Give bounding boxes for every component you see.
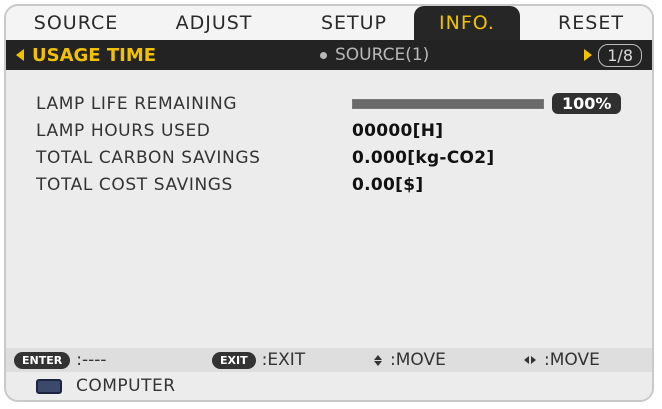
enter-hint: ENTER :---- bbox=[14, 350, 106, 370]
input-source: COMPUTER bbox=[76, 376, 176, 396]
status-bar: COMPUTER bbox=[6, 372, 652, 400]
move-updown-hint: :MOVE bbox=[374, 350, 446, 370]
cost-savings-label: TOTAL COST SAVINGS bbox=[36, 174, 233, 195]
lamp-life-label: LAMP LIFE REMAINING bbox=[36, 93, 238, 114]
lamp-life-meter: 100% bbox=[352, 93, 622, 114]
monitor-icon bbox=[36, 378, 62, 394]
carbon-savings-label: TOTAL CARBON SAVINGS bbox=[36, 147, 261, 168]
move-leftright-hint: :MOVE bbox=[524, 350, 600, 370]
up-down-arrows-icon bbox=[374, 354, 382, 366]
tab-adjust[interactable]: ADJUST bbox=[152, 6, 276, 40]
exit-hint: EXIT :EXIT bbox=[212, 350, 305, 370]
exit-action: :EXIT bbox=[261, 350, 306, 370]
page-count: 1/8 bbox=[598, 43, 642, 67]
tab-setup[interactable]: SETUP bbox=[292, 6, 416, 40]
right-arrow-icon bbox=[584, 49, 593, 61]
bullet-icon bbox=[320, 51, 327, 59]
cost-savings-value: 0.00[$] bbox=[352, 174, 424, 195]
sub-header: USAGE TIME SOURCE(1) 1/8 bbox=[6, 40, 652, 70]
lamp-life-value: 100% bbox=[552, 93, 622, 114]
move-leftright-action: :MOVE bbox=[544, 350, 600, 370]
carbon-savings-value: 0.000[kg-CO2] bbox=[352, 147, 495, 168]
info-row: TOTAL CARBON SAVINGS 0.000[kg-CO2] bbox=[36, 144, 636, 171]
enter-action: :---- bbox=[76, 350, 107, 370]
lamp-hours-label: LAMP HOURS USED bbox=[36, 120, 211, 141]
tab-reset[interactable]: RESET bbox=[536, 6, 646, 40]
tab-source[interactable]: SOURCE bbox=[14, 6, 138, 40]
osd-menu: SOURCE ADJUST SETUP INFO. RESET USAGE TI… bbox=[4, 4, 654, 402]
current-page-label: USAGE TIME bbox=[32, 44, 157, 66]
tab-info[interactable]: INFO. bbox=[414, 6, 520, 40]
next-page-label: SOURCE(1) bbox=[335, 45, 430, 65]
exit-key-badge: EXIT bbox=[212, 351, 256, 369]
key-guide: ENTER :---- EXIT :EXIT :MOVE :MOVE bbox=[6, 348, 652, 372]
next-page[interactable]: SOURCE(1) bbox=[320, 40, 429, 70]
lamp-life-progress-bar bbox=[352, 98, 544, 109]
lamp-hours-value: 00000[H] bbox=[352, 120, 444, 141]
left-arrow-icon bbox=[16, 49, 24, 61]
left-right-arrows-icon bbox=[524, 356, 536, 364]
enter-key-badge: ENTER bbox=[14, 351, 71, 369]
lamp-life-progress-fill bbox=[353, 99, 543, 108]
info-row: TOTAL COST SAVINGS 0.00[$] bbox=[36, 171, 636, 198]
move-updown-action: :MOVE bbox=[390, 350, 446, 370]
info-list: LAMP LIFE REMAINING 100% LAMP HOURS USED… bbox=[36, 90, 636, 198]
current-page[interactable]: USAGE TIME bbox=[16, 40, 156, 70]
info-row: LAMP HOURS USED 00000[H] bbox=[36, 117, 636, 144]
info-row: LAMP LIFE REMAINING 100% bbox=[36, 90, 636, 117]
page-indicator[interactable]: 1/8 bbox=[584, 40, 642, 70]
tab-bar: SOURCE ADJUST SETUP INFO. RESET bbox=[6, 6, 652, 40]
